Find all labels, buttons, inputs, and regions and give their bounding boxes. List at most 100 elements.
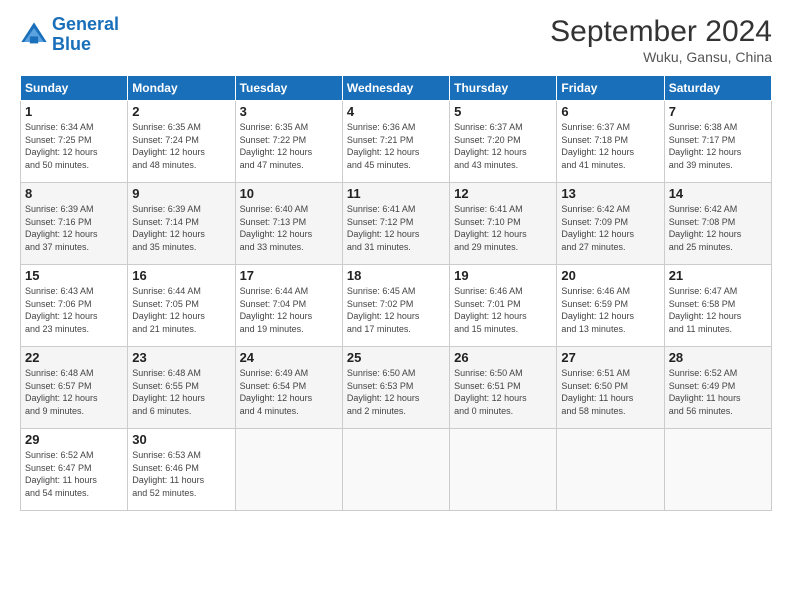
day-number: 23 <box>132 350 230 365</box>
cell-info: Sunrise: 6:38 AMSunset: 7:17 PMDaylight:… <box>669 121 767 171</box>
calendar-cell <box>557 429 664 511</box>
logo-icon <box>20 21 48 49</box>
cell-info: Sunrise: 6:36 AMSunset: 7:21 PMDaylight:… <box>347 121 445 171</box>
page: General Blue September 2024 Wuku, Gansu,… <box>0 0 792 612</box>
cell-info: Sunrise: 6:44 AMSunset: 7:05 PMDaylight:… <box>132 285 230 335</box>
cell-info: Sunrise: 6:39 AMSunset: 7:14 PMDaylight:… <box>132 203 230 253</box>
day-number: 18 <box>347 268 445 283</box>
logo: General Blue <box>20 15 119 55</box>
calendar-body: 1Sunrise: 6:34 AMSunset: 7:25 PMDaylight… <box>21 101 772 511</box>
day-number: 30 <box>132 432 230 447</box>
day-number: 24 <box>240 350 338 365</box>
weekday-header-monday: Monday <box>128 76 235 101</box>
cell-info: Sunrise: 6:40 AMSunset: 7:13 PMDaylight:… <box>240 203 338 253</box>
title-block: September 2024 Wuku, Gansu, China <box>550 15 772 65</box>
day-number: 3 <box>240 104 338 119</box>
calendar-header: SundayMondayTuesdayWednesdayThursdayFrid… <box>21 76 772 101</box>
calendar-cell: 3 Sunrise: 6:35 AMSunset: 7:22 PMDaylight… <box>235 101 342 183</box>
cell-info: Sunrise: 6:49 AMSunset: 6:54 PMDaylight:… <box>240 367 338 417</box>
calendar-cell: 19 Sunrise: 6:46 AMSunset: 7:01 PMDayligh… <box>450 265 557 347</box>
cell-info: Sunrise: 6:50 AMSunset: 6:51 PMDaylight:… <box>454 367 552 417</box>
calendar-cell: 7Sunrise: 6:38 AMSunset: 7:17 PMDaylight… <box>664 101 771 183</box>
day-number: 2 <box>132 104 230 119</box>
day-number: 25 <box>347 350 445 365</box>
week-row-2: 8Sunrise: 6:39 AMSunset: 7:16 PMDaylight… <box>21 183 772 265</box>
calendar-cell: 26 Sunrise: 6:50 AMSunset: 6:51 PMDayligh… <box>450 347 557 429</box>
calendar: SundayMondayTuesdayWednesdayThursdayFrid… <box>20 75 772 511</box>
calendar-cell: 6 Sunrise: 6:37 AMSunset: 7:18 PMDaylight… <box>557 101 664 183</box>
cell-info: Sunrise: 6:46 AMSunset: 7:01 PMDaylight:… <box>454 285 552 335</box>
logo-text: General Blue <box>52 15 119 55</box>
week-row-3: 15 Sunrise: 6:43 AMSunset: 7:06 PMDayligh… <box>21 265 772 347</box>
day-number: 13 <box>561 186 659 201</box>
calendar-cell: 18Sunrise: 6:45 AMSunset: 7:02 PMDayligh… <box>342 265 449 347</box>
calendar-cell <box>664 429 771 511</box>
cell-info: Sunrise: 6:44 AMSunset: 7:04 PMDaylight:… <box>240 285 338 335</box>
day-number: 17 <box>240 268 338 283</box>
day-number: 16 <box>132 268 230 283</box>
header: General Blue September 2024 Wuku, Gansu,… <box>20 15 772 65</box>
cell-info: Sunrise: 6:52 AMSunset: 6:49 PMDaylight:… <box>669 367 767 417</box>
calendar-cell: 29Sunrise: 6:52 AMSunset: 6:47 PMDayligh… <box>21 429 128 511</box>
calendar-cell <box>235 429 342 511</box>
cell-info: Sunrise: 6:43 AMSunset: 7:06 PMDaylight:… <box>25 285 123 335</box>
calendar-cell: 24 Sunrise: 6:49 AMSunset: 6:54 PMDayligh… <box>235 347 342 429</box>
day-number: 15 <box>25 268 123 283</box>
weekday-header-saturday: Saturday <box>664 76 771 101</box>
calendar-cell: 12Sunrise: 6:41 AMSunset: 7:10 PMDayligh… <box>450 183 557 265</box>
calendar-cell: 5Sunrise: 6:37 AMSunset: 7:20 PMDaylight… <box>450 101 557 183</box>
calendar-cell: 10Sunrise: 6:40 AMSunset: 7:13 PMDayligh… <box>235 183 342 265</box>
cell-info: Sunrise: 6:41 AMSunset: 7:12 PMDaylight:… <box>347 203 445 253</box>
day-number: 20 <box>561 268 659 283</box>
week-row-4: 22 Sunrise: 6:48 AMSunset: 6:57 PMDayligh… <box>21 347 772 429</box>
cell-info: Sunrise: 6:47 AMSunset: 6:58 PMDaylight:… <box>669 285 767 335</box>
calendar-cell: 15 Sunrise: 6:43 AMSunset: 7:06 PMDayligh… <box>21 265 128 347</box>
calendar-cell: 16 Sunrise: 6:44 AMSunset: 7:05 PMDayligh… <box>128 265 235 347</box>
calendar-cell <box>450 429 557 511</box>
week-row-1: 1Sunrise: 6:34 AMSunset: 7:25 PMDaylight… <box>21 101 772 183</box>
day-number: 6 <box>561 104 659 119</box>
day-number: 12 <box>454 186 552 201</box>
logo-line2: Blue <box>52 34 91 54</box>
cell-info: Sunrise: 6:37 AMSunset: 7:18 PMDaylight:… <box>561 121 659 171</box>
weekday-header-sunday: Sunday <box>21 76 128 101</box>
day-number: 14 <box>669 186 767 201</box>
day-number: 26 <box>454 350 552 365</box>
calendar-cell: 4 Sunrise: 6:36 AMSunset: 7:21 PMDaylight… <box>342 101 449 183</box>
calendar-cell: 27Sunrise: 6:51 AMSunset: 6:50 PMDayligh… <box>557 347 664 429</box>
calendar-cell: 21 Sunrise: 6:47 AMSunset: 6:58 PMDayligh… <box>664 265 771 347</box>
day-number: 4 <box>347 104 445 119</box>
cell-info: Sunrise: 6:34 AMSunset: 7:25 PMDaylight:… <box>25 121 123 171</box>
cell-info: Sunrise: 6:46 AMSunset: 6:59 PMDaylight:… <box>561 285 659 335</box>
calendar-cell: 17 Sunrise: 6:44 AMSunset: 7:04 PMDayligh… <box>235 265 342 347</box>
day-number: 19 <box>454 268 552 283</box>
day-number: 28 <box>669 350 767 365</box>
calendar-cell: 14 Sunrise: 6:42 AMSunset: 7:08 PMDayligh… <box>664 183 771 265</box>
cell-info: Sunrise: 6:48 AMSunset: 6:57 PMDaylight:… <box>25 367 123 417</box>
day-number: 21 <box>669 268 767 283</box>
calendar-cell: 25 Sunrise: 6:50 AMSunset: 6:53 PMDayligh… <box>342 347 449 429</box>
calendar-cell: 2Sunrise: 6:35 AMSunset: 7:24 PMDaylight… <box>128 101 235 183</box>
cell-info: Sunrise: 6:42 AMSunset: 7:08 PMDaylight:… <box>669 203 767 253</box>
day-number: 8 <box>25 186 123 201</box>
cell-info: Sunrise: 6:42 AMSunset: 7:09 PMDaylight:… <box>561 203 659 253</box>
day-number: 9 <box>132 186 230 201</box>
weekday-header-thursday: Thursday <box>450 76 557 101</box>
weekday-header-tuesday: Tuesday <box>235 76 342 101</box>
weekday-header-wednesday: Wednesday <box>342 76 449 101</box>
cell-info: Sunrise: 6:48 AMSunset: 6:55 PMDaylight:… <box>132 367 230 417</box>
cell-info: Sunrise: 6:50 AMSunset: 6:53 PMDaylight:… <box>347 367 445 417</box>
calendar-cell: 13 Sunrise: 6:42 AMSunset: 7:09 PMDayligh… <box>557 183 664 265</box>
calendar-cell: 22 Sunrise: 6:48 AMSunset: 6:57 PMDayligh… <box>21 347 128 429</box>
day-number: 22 <box>25 350 123 365</box>
location-subtitle: Wuku, Gansu, China <box>550 49 772 65</box>
calendar-cell: 30 Sunrise: 6:53 AMSunset: 6:46 PMDayligh… <box>128 429 235 511</box>
cell-info: Sunrise: 6:37 AMSunset: 7:20 PMDaylight:… <box>454 121 552 171</box>
day-number: 11 <box>347 186 445 201</box>
cell-info: Sunrise: 6:35 AMSunset: 7:22 PMDaylight:… <box>240 121 338 171</box>
calendar-cell: 8Sunrise: 6:39 AMSunset: 7:16 PMDaylight… <box>21 183 128 265</box>
cell-info: Sunrise: 6:52 AMSunset: 6:47 PMDaylight:… <box>25 449 123 499</box>
cell-info: Sunrise: 6:53 AMSunset: 6:46 PMDaylight:… <box>132 449 230 499</box>
calendar-cell: 11 Sunrise: 6:41 AMSunset: 7:12 PMDayligh… <box>342 183 449 265</box>
calendar-cell: 1Sunrise: 6:34 AMSunset: 7:25 PMDaylight… <box>21 101 128 183</box>
